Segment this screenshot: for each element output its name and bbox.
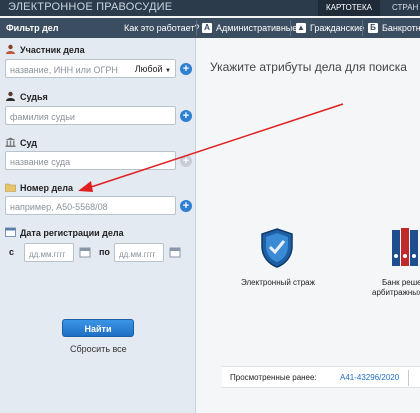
case-number-label: Номер дела: [20, 183, 73, 193]
category-label: Административные: [216, 23, 298, 33]
date-from-label: с: [9, 247, 15, 257]
divider: [290, 20, 291, 36]
find-button[interactable]: Найти: [62, 319, 134, 337]
participant-label: Участник дела: [20, 45, 85, 55]
shield-icon[interactable]: [260, 228, 294, 268]
judge-field[interactable]: [5, 106, 176, 126]
court-field[interactable]: [5, 151, 176, 171]
add-case-number-button[interactable]: +: [180, 200, 192, 212]
how-it-works-link[interactable]: Как это работает?: [124, 23, 199, 33]
binders-icon[interactable]: [392, 226, 420, 268]
category-label: Банкротн: [382, 23, 420, 33]
court-icon: [5, 137, 16, 147]
chevron-down-icon: ▼: [165, 68, 171, 74]
add-participant-button[interactable]: +: [180, 63, 192, 75]
shield-tile-label[interactable]: Электронный страж: [236, 278, 320, 287]
viewed-earlier-label: Просмотренные ранее:: [230, 373, 317, 382]
filter-panel: Участник дела Любой ▼ + Судья + Суд + Но…: [0, 38, 196, 413]
search-hint: Укажите атрибуты дела для поиска: [210, 60, 407, 74]
b-icon: Б: [368, 23, 378, 33]
tab-kartoteka[interactable]: КАРТОТЕКА: [318, 0, 380, 16]
category-label: Гражданские: [310, 23, 365, 33]
binders-tile-label-2[interactable]: арбитражных: [372, 288, 420, 297]
calendar-icon[interactable]: [79, 246, 91, 258]
add-court-button[interactable]: +: [180, 155, 192, 167]
divider: [408, 370, 409, 386]
add-judge-button[interactable]: +: [180, 110, 192, 122]
folder-icon: [5, 183, 16, 192]
case-number-input[interactable]: [6, 198, 175, 216]
date-to-input[interactable]: [115, 246, 163, 263]
viewed-case-link[interactable]: А41-43296/2020: [340, 373, 399, 382]
case-number-field[interactable]: [5, 196, 176, 216]
person-icon: ▲: [296, 23, 306, 33]
filter-title: Фильтр дел: [6, 23, 59, 33]
role-select[interactable]: Любой ▼: [135, 64, 171, 74]
judge-icon: [6, 91, 15, 101]
tab-next[interactable]: СТРАН: [384, 0, 420, 16]
court-input[interactable]: [6, 153, 175, 171]
main-area: Укажите атрибуты дела для поиска Электро…: [196, 38, 420, 413]
date-to-label: по: [99, 247, 110, 257]
person-icon: [6, 44, 15, 54]
judge-input[interactable]: [6, 108, 175, 126]
divider: [362, 20, 363, 36]
role-select-value: Любой: [134, 64, 163, 74]
top-header: ЭЛЕКТРОННОЕ ПРАВОСУДИЕ КАРТОТЕКА СТРАН: [0, 0, 420, 16]
category-civil[interactable]: ▲ Гражданские: [296, 20, 364, 36]
brand-title[interactable]: ЭЛЕКТРОННОЕ ПРАВОСУДИЕ: [8, 1, 172, 13]
judge-label: Судья: [20, 92, 48, 102]
calendar-icon: [5, 227, 16, 237]
filter-bar: Фильтр дел Как это работает? A Администр…: [0, 18, 420, 38]
category-bankruptcy[interactable]: Б Банкротн: [368, 20, 420, 36]
category-administrative[interactable]: A Административные: [202, 20, 297, 36]
calendar-icon[interactable]: [169, 246, 181, 258]
reset-link[interactable]: Сбросить все: [70, 344, 127, 354]
date-from-field[interactable]: [24, 243, 74, 263]
binders-tile-label[interactable]: Банк реше: [382, 278, 420, 287]
participant-field[interactable]: Любой ▼: [5, 59, 176, 79]
date-to-field[interactable]: [114, 243, 164, 263]
viewed-earlier-bar: Просмотренные ранее: А41-43296/2020: [222, 366, 420, 388]
divider: [196, 20, 197, 36]
date-from-input[interactable]: [25, 246, 73, 263]
court-label: Суд: [20, 138, 37, 148]
registration-date-label: Дата регистрации дела: [20, 228, 124, 238]
a-icon: A: [202, 23, 212, 33]
